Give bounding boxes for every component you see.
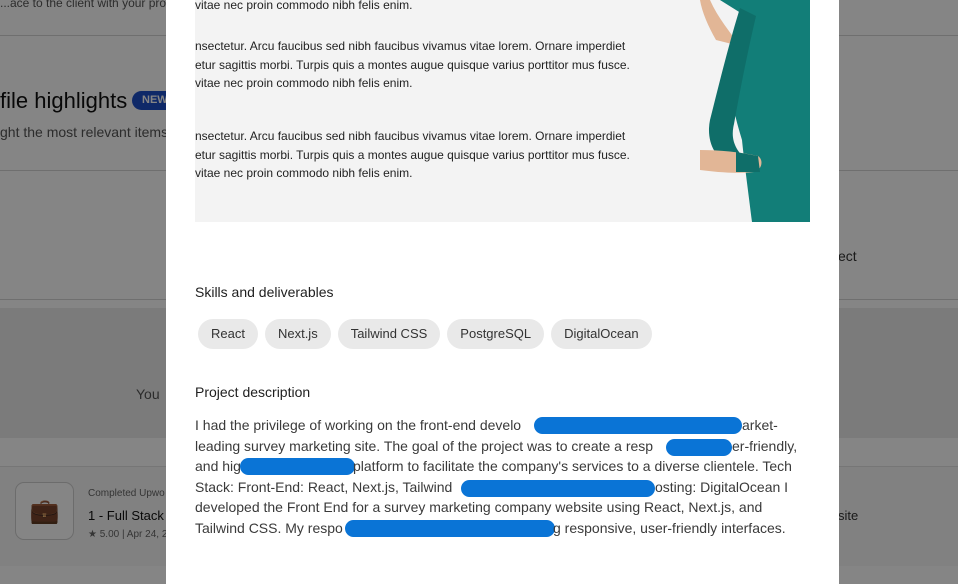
skills-list: React Next.js Tailwind CSS PostgreSQL Di… xyxy=(198,319,652,349)
project-description: I had the privilege of working on the fr… xyxy=(195,415,815,539)
description-text: Stack: Front-End: React, Next.js, Tailwi… xyxy=(195,478,453,495)
skills-title: Skills and deliverables xyxy=(195,284,334,300)
description-line: Stack: Front-End: React, Next.js, Tailwi… xyxy=(195,477,815,498)
person-illustration xyxy=(700,0,810,222)
redaction-mark xyxy=(534,417,742,434)
description-text: developed the Front End for a survey mar… xyxy=(195,499,763,516)
redaction-mark xyxy=(240,458,355,476)
thumbnail-text: vitae nec proin commodo nibh felis enim. xyxy=(195,0,715,15)
skill-chip-tailwind[interactable]: Tailwind CSS xyxy=(337,319,441,349)
description-text: arket- xyxy=(742,417,778,433)
description-text: and hig xyxy=(195,458,241,475)
description-line: developed the Front End for a survey mar… xyxy=(195,497,815,518)
description-line: and hig platform to facilitate the compan… xyxy=(195,456,815,477)
skill-chip-postgresql[interactable]: PostgreSQL xyxy=(447,319,545,349)
redaction-mark xyxy=(461,479,655,497)
thumbnail-text-line: vitae nec proin commodo nibh felis enim. xyxy=(195,76,413,90)
description-title: Project description xyxy=(195,384,311,400)
skill-chip-digitalocean[interactable]: DigitalOcean xyxy=(551,319,652,349)
description-text: leading survey marketing site. The goal … xyxy=(195,437,654,454)
redaction-mark xyxy=(345,519,555,537)
project-modal: vitae nec proin commodo nibh felis enim.… xyxy=(166,0,839,584)
description-text: I had the privilege of working on the fr… xyxy=(195,417,522,433)
thumbnail-text-line: etur sagittis morbi. Turpis quis a monte… xyxy=(195,147,630,162)
thumbnail-text: nsectetur. Arcu faucibus sed nibh faucib… xyxy=(195,37,715,93)
thumbnail-text-line: vitae nec proin commodo nibh felis enim. xyxy=(195,166,413,180)
thumbnail-text-line: nsectetur. Arcu faucibus sed nibh faucib… xyxy=(195,39,626,53)
skill-chip-nextjs[interactable]: Next.js xyxy=(264,319,331,349)
description-text: osting: DigitalOcean I xyxy=(655,478,789,495)
redaction-mark xyxy=(666,438,732,456)
description-text: g responsive, user-friendly interfaces. xyxy=(553,519,786,536)
description-text: er-friendly, xyxy=(732,437,798,454)
thumbnail-text: nsectetur. Arcu faucibus sed nibh faucib… xyxy=(195,127,715,183)
skill-chip-react[interactable]: React xyxy=(198,319,258,349)
description-text: platform to facilitate the company's ser… xyxy=(353,458,792,475)
description-line: Tailwind CSS. My respo g responsive, user… xyxy=(195,518,815,539)
thumbnail-text-line: nsectetur. Arcu faucibus sed nibh faucib… xyxy=(195,129,626,143)
thumbnail-text-line: vitae nec proin commodo nibh felis enim. xyxy=(195,0,413,12)
project-thumbnail: vitae nec proin commodo nibh felis enim.… xyxy=(195,0,810,222)
thumbnail-text-line: etur sagittis morbi. Turpis quis a monte… xyxy=(195,57,630,72)
description-line: I had the privilege of working on the fr… xyxy=(195,415,815,436)
description-text: Tailwind CSS. My respo xyxy=(195,519,343,536)
description-line: leading survey marketing site. The goal … xyxy=(195,436,815,457)
